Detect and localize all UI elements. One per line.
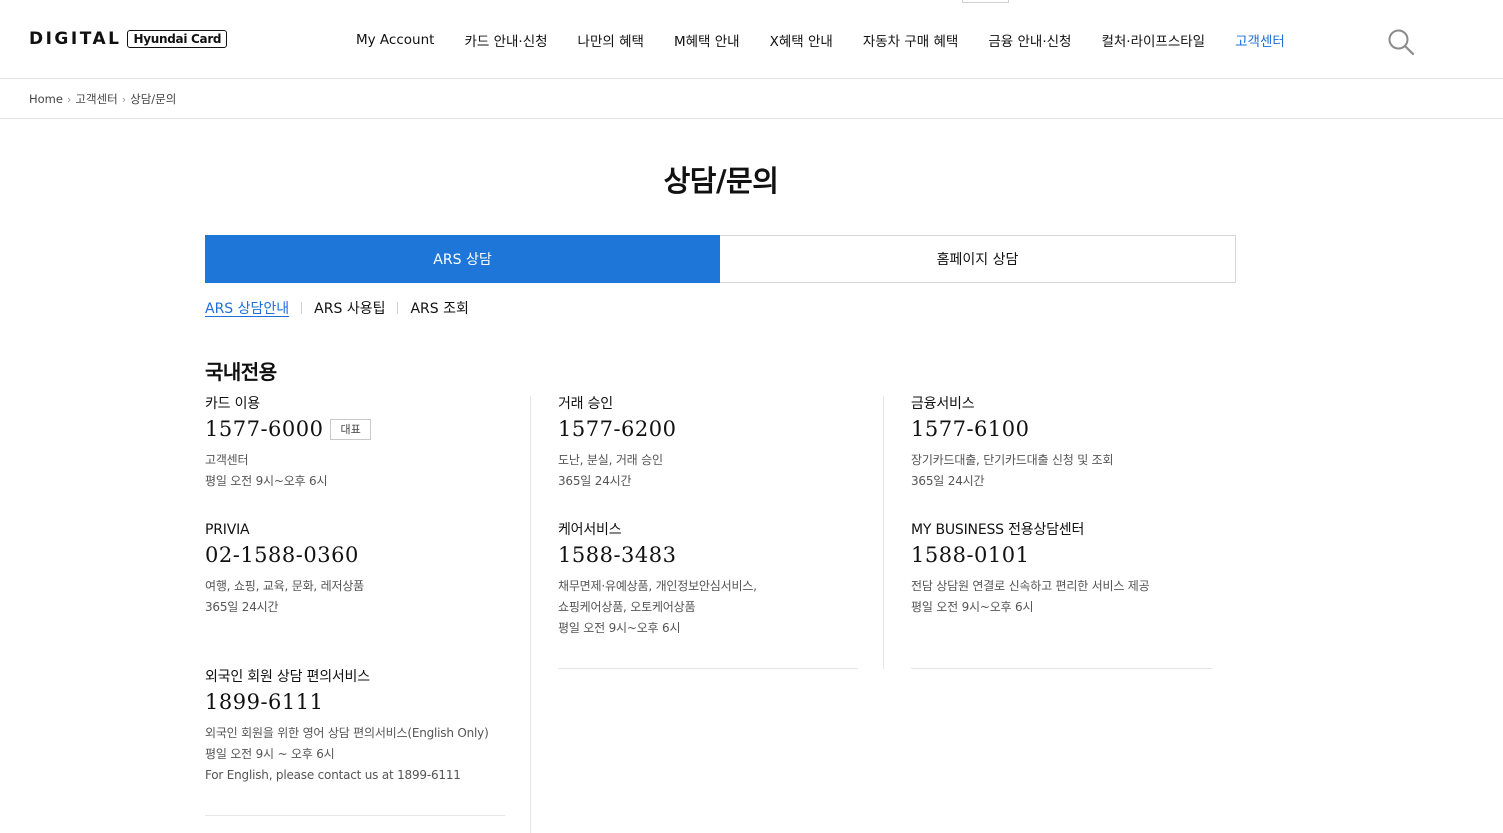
phone-number[interactable]: 1577-6200 — [558, 416, 676, 442]
breadcrumb-home[interactable]: Home — [29, 92, 63, 106]
representative-badge: 대표 — [330, 418, 371, 440]
contact-desc: 채무면제·유예상품, 개인정보안심서비스, 쇼핑케어상품, 오토케어상품 평일 … — [558, 576, 858, 639]
contact-entry-approval: 거래 승인 1577-6200 도난, 분실, 거래 승인 365일 24시간 — [558, 396, 858, 492]
contact-label: MY BUSINESS 전용상담센터 — [911, 522, 1085, 538]
logo-card-text: Hyundai Card — [127, 30, 228, 48]
subtab-ars-lookup[interactable]: ARS 조회 — [410, 298, 468, 318]
nav-item-customer-center[interactable]: 고객센터 — [1220, 30, 1300, 50]
desc-line: 평일 오전 9시~오후 6시 — [205, 474, 328, 488]
column-bottom-line — [558, 668, 858, 669]
phone-number[interactable]: 02-1588-0360 — [205, 542, 359, 568]
contact-phone[interactable]: 1577-6000 대표 — [205, 416, 505, 442]
contact-phone[interactable]: 1588-3483 — [558, 542, 858, 568]
phone-number[interactable]: 1899-6111 — [205, 689, 323, 715]
desc-line: 장기카드대출, 단기카드대출 신청 및 조회 — [911, 453, 1114, 467]
contact-entry-care: 케어서비스 1588-3483 채무면제·유예상품, 개인정보안심서비스, 쇼핑… — [558, 522, 858, 639]
desc-line: 외국인 회원을 위한 영어 상담 편의서비스(English Only) — [205, 726, 489, 740]
desc-line: 365일 24시간 — [205, 600, 279, 614]
search-icon[interactable] — [1386, 27, 1416, 57]
subtab-divider — [301, 302, 303, 314]
phone-number[interactable]: 1588-3483 — [558, 542, 676, 568]
breadcrumb: Home › 고객센터 › 상담/문의 — [29, 79, 176, 119]
phone-number[interactable]: 1588-0101 — [911, 542, 1029, 568]
column-bottom-line — [205, 815, 505, 816]
section-title: 국내전용 — [205, 360, 277, 384]
subtab-ars-guide[interactable]: ARS 상담안내 — [205, 298, 289, 318]
nav-item-card-info[interactable]: 카드 안내·신청 — [449, 30, 562, 50]
contact-desc: 전담 상담원 연결로 신속하고 편리한 서비스 제공 평일 오전 9시~오후 6… — [911, 576, 1213, 618]
chevron-right-icon: › — [66, 92, 72, 106]
contact-desc: 여행, 쇼핑, 교육, 문화, 레저상품 365일 24시간 — [205, 576, 505, 618]
tab-ars[interactable]: ARS 상담 — [205, 235, 720, 283]
desc-line: 365일 24시간 — [558, 474, 632, 488]
contact-label: PRIVIA — [205, 522, 250, 538]
contact-desc: 장기카드대출, 단기카드대출 신청 및 조회 365일 24시간 — [911, 450, 1213, 492]
nav-item-x-benefits[interactable]: X혜택 안내 — [755, 30, 848, 50]
desc-line: 쇼핑케어상품, 오토케어상품 — [558, 600, 696, 614]
contact-desc: 도난, 분실, 거래 승인 365일 24시간 — [558, 450, 858, 492]
contact-label: 거래 승인 — [558, 396, 613, 412]
column-divider — [530, 396, 531, 833]
global-header: DIGITAL Hyundai Card My Account 카드 안내·신청… — [0, 0, 1503, 79]
contact-entry-my-business: MY BUSINESS 전용상담센터 1588-0101 전담 상담원 연결로 … — [911, 522, 1213, 618]
contact-label: 카드 이용 — [205, 396, 260, 412]
contact-entry-foreigner: 외국인 회원 상담 편의서비스 1899-6111 외국인 회원을 위한 영어 … — [205, 669, 505, 786]
nav-item-m-benefits[interactable]: M혜택 안내 — [659, 30, 755, 50]
desc-line: 채무면제·유예상품, 개인정보안심서비스, — [558, 579, 757, 593]
sub-tabs: ARS 상담안내 ARS 사용팁 ARS 조회 — [205, 298, 469, 318]
main-tabs: ARS 상담 홈페이지 상담 — [205, 235, 1236, 283]
breadcrumb-current: 상담/문의 — [130, 92, 177, 106]
desc-line: 평일 오전 9시~오후 6시 — [558, 621, 681, 635]
subtab-divider — [397, 302, 399, 314]
subtab-ars-tips[interactable]: ARS 사용팁 — [314, 298, 385, 318]
logo-digital-text: DIGITAL — [29, 29, 122, 49]
contact-entry-privia: PRIVIA 02-1588-0360 여행, 쇼핑, 교육, 문화, 레저상품… — [205, 522, 505, 618]
desc-line: 365일 24시간 — [911, 474, 985, 488]
desc-line: 평일 오전 9시 ~ 오후 6시 — [205, 747, 335, 761]
nav-item-my-account[interactable]: My Account — [341, 32, 449, 48]
breadcrumb-divider — [0, 118, 1503, 119]
phone-number[interactable]: 1577-6100 — [911, 416, 1029, 442]
desc-line: For English, please contact us at 1899-6… — [205, 768, 461, 782]
desc-line: 평일 오전 9시~오후 6시 — [911, 600, 1034, 614]
contact-label: 금융서비스 — [911, 396, 975, 412]
desc-line: 도난, 분실, 거래 승인 — [558, 453, 663, 467]
phone-number[interactable]: 1577-6000 — [205, 416, 323, 442]
contact-phone[interactable]: 1588-0101 — [911, 542, 1213, 568]
contact-entry-card-usage: 카드 이용 1577-6000 대표 고객센터 평일 오전 9시~오후 6시 — [205, 396, 505, 492]
global-nav: My Account 카드 안내·신청 나만의 혜택 M혜택 안내 X혜택 안내… — [341, 0, 1300, 79]
column-divider — [883, 396, 884, 669]
contact-phone[interactable]: 1577-6200 — [558, 416, 858, 442]
desc-line: 전담 상담원 연결로 신속하고 편리한 서비스 제공 — [911, 579, 1150, 593]
desc-line: 고객센터 — [205, 453, 249, 467]
contact-phone[interactable]: 1577-6100 — [911, 416, 1213, 442]
contact-phone[interactable]: 1899-6111 — [205, 689, 505, 715]
hyundai-card-logo[interactable]: DIGITAL Hyundai Card — [29, 28, 228, 50]
nav-item-car-benefits[interactable]: 자동차 구매 혜택 — [848, 30, 974, 50]
chevron-right-icon: › — [121, 92, 127, 106]
breadcrumb-customer-center[interactable]: 고객센터 — [75, 91, 117, 107]
contact-phone[interactable]: 02-1588-0360 — [205, 542, 505, 568]
contact-label: 외국인 회원 상담 편의서비스 — [205, 669, 370, 685]
nav-item-culture[interactable]: 컬처·라이프스타일 — [1086, 30, 1220, 50]
nav-item-finance[interactable]: 금융 안내·신청 — [973, 30, 1086, 50]
tab-homepage[interactable]: 홈페이지 상담 — [720, 235, 1236, 283]
contact-desc: 고객센터 평일 오전 9시~오후 6시 — [205, 450, 505, 492]
contact-desc: 외국인 회원을 위한 영어 상담 편의서비스(English Only) 평일 … — [205, 723, 505, 786]
page-title: 상담/문의 — [663, 164, 779, 198]
column-bottom-line — [911, 668, 1213, 669]
contact-entry-finance: 금융서비스 1577-6100 장기카드대출, 단기카드대출 신청 및 조회 3… — [911, 396, 1213, 492]
contact-label: 케어서비스 — [558, 522, 622, 538]
nav-item-my-benefits[interactable]: 나만의 혜택 — [563, 30, 659, 50]
desc-line: 여행, 쇼핑, 교육, 문화, 레저상품 — [205, 579, 364, 593]
